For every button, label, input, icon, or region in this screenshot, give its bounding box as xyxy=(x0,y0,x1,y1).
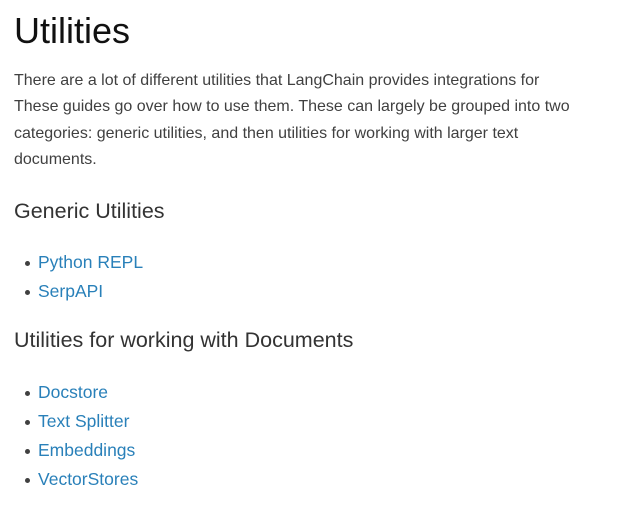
link-vectorstores[interactable]: VectorStores xyxy=(38,469,138,489)
page-title: Utilities xyxy=(14,10,131,51)
list-item: SerpAPI xyxy=(14,277,143,306)
bullet-icon xyxy=(25,290,30,295)
bullet-icon xyxy=(25,261,30,266)
section-heading-document-utilities: Utilities for working with Documents xyxy=(14,328,354,352)
generic-utilities-list: Python REPL SerpAPI xyxy=(14,248,143,306)
document-utilities-list: Docstore Text Splitter Embeddings Vector… xyxy=(14,378,138,494)
list-item: VectorStores xyxy=(14,465,138,494)
link-serpapi[interactable]: SerpAPI xyxy=(38,281,103,301)
link-docstore[interactable]: Docstore xyxy=(38,382,108,402)
bullet-icon xyxy=(25,478,30,483)
link-embeddings[interactable]: Embeddings xyxy=(38,440,135,460)
list-item: Docstore xyxy=(14,378,138,407)
list-item: Embeddings xyxy=(14,436,138,465)
bullet-icon xyxy=(25,449,30,454)
list-item: Python REPL xyxy=(14,248,143,277)
list-item: Text Splitter xyxy=(14,407,138,436)
section-heading-generic-utilities: Generic Utilities xyxy=(14,199,165,223)
bullet-icon xyxy=(25,420,30,425)
link-text-splitter[interactable]: Text Splitter xyxy=(38,411,129,431)
intro-paragraph: There are a lot of different utilities t… xyxy=(14,72,570,169)
bullet-icon xyxy=(25,391,30,396)
link-python-repl[interactable]: Python REPL xyxy=(38,252,143,272)
